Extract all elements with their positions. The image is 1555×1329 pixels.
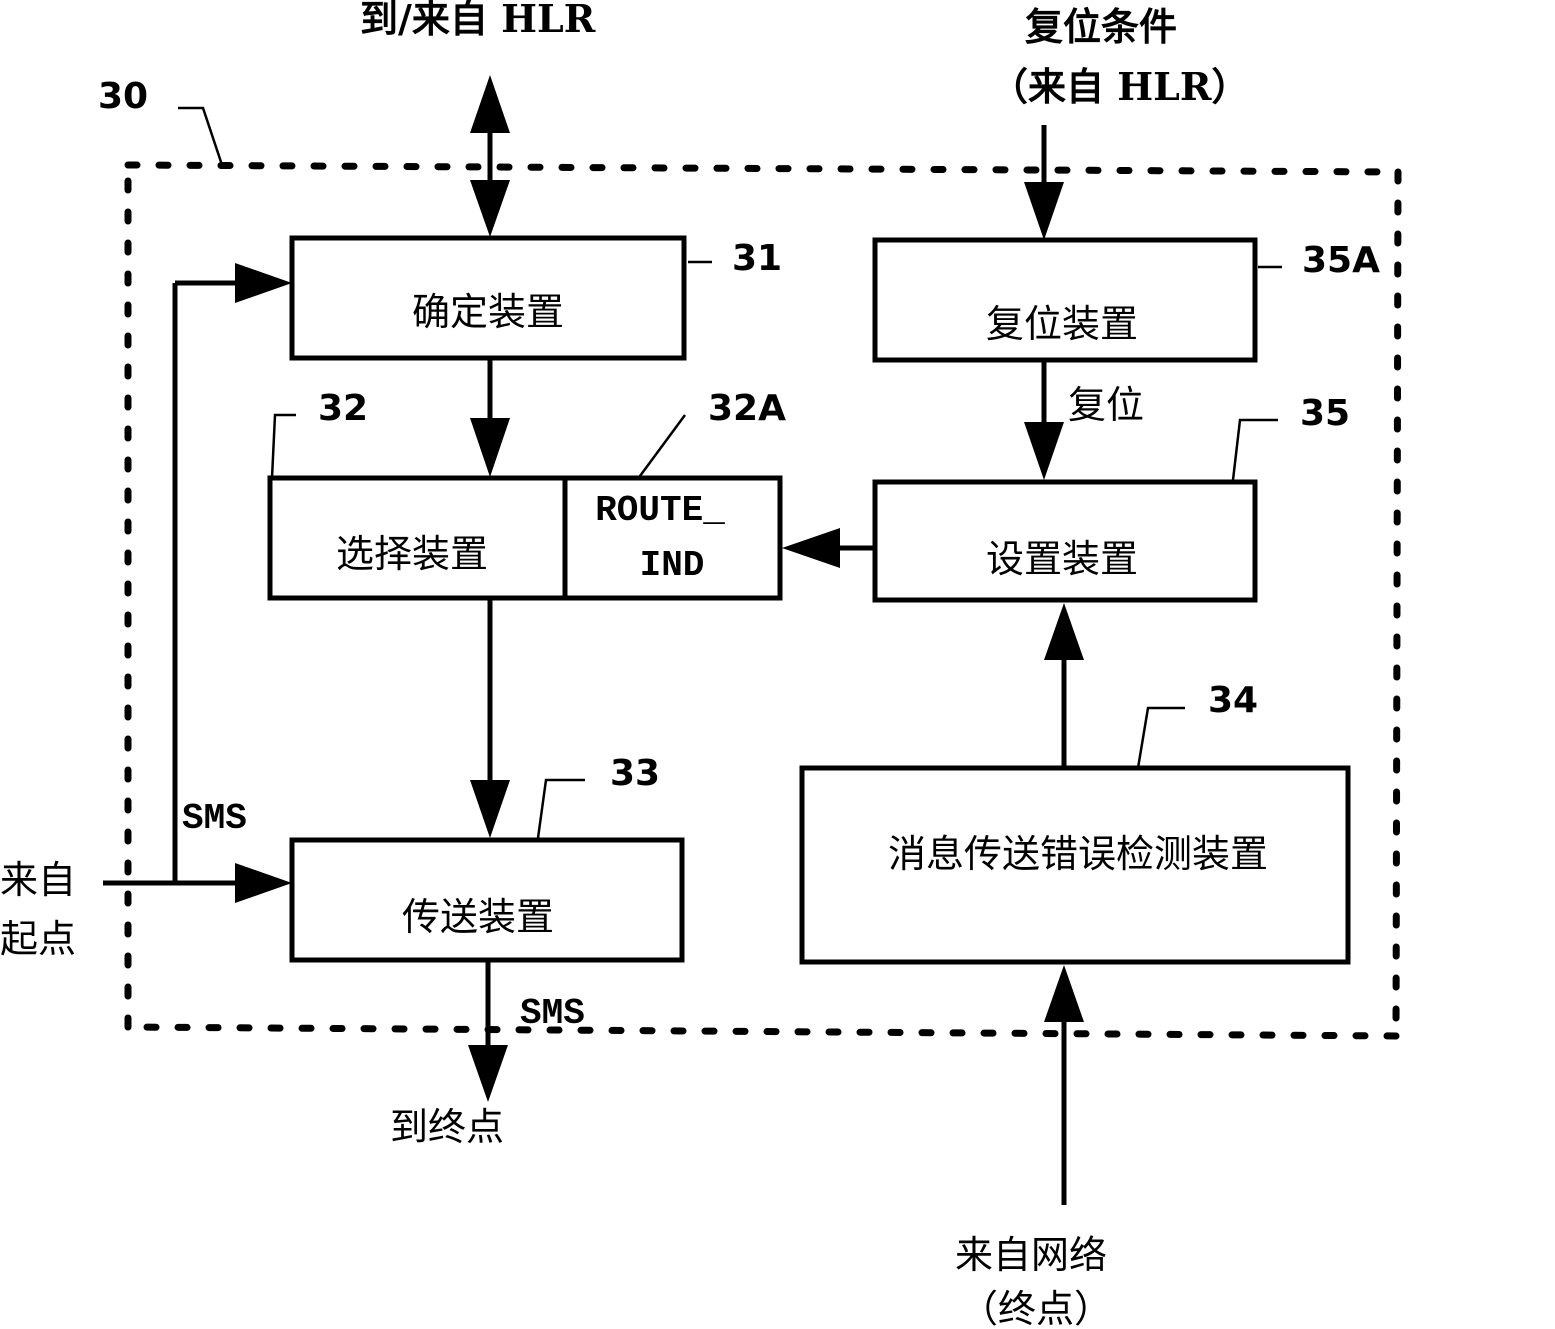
block-determine-label: 确定装置: [412, 290, 564, 334]
block-determine: 确定装置 31: [289, 235, 782, 361]
block-error-detect: 消息传送错误检测装置 34: [799, 680, 1351, 965]
arrow-head-down: [468, 1045, 508, 1102]
from-network-label-line1: 来自网络: [955, 1233, 1107, 1277]
from-origin-label-line2: 起点: [0, 917, 76, 961]
arrow-reset-to-set: 复位: [1024, 362, 1144, 480]
arrow-set-to-route-ind: [782, 528, 875, 568]
block-route-ind-label-line2: IND: [640, 545, 705, 586]
hlr-io-label: 到/来自 HLR: [360, 0, 596, 41]
network-input-arrow: [1044, 965, 1084, 1205]
arrow-head-left: [782, 528, 840, 568]
block-transmit-ref: 33: [610, 753, 660, 794]
block-route-ind-label-line1: ROUTE_: [595, 490, 725, 531]
arrow-head-down: [470, 180, 510, 237]
reset-edge-label: 复位: [1068, 383, 1144, 427]
block-reset-label: 复位装置: [986, 302, 1138, 346]
block-diagram: 30 到/来自 HLR 复位条件 （来自 HLR） 确定装置 31 复位装置 3…: [0, 0, 1402, 1329]
block-reset-ref: 35A: [1302, 240, 1380, 281]
arrow-head-up: [1044, 965, 1084, 1022]
arrow-select-to-transmit: [470, 600, 510, 838]
block-select-ref-leader: [270, 413, 296, 479]
arrow-head-down: [1024, 182, 1064, 240]
from-origin-label-line1: 来自: [0, 858, 76, 902]
hlr-bidirectional-arrow: [470, 75, 510, 237]
reset-condition-label-line1: 复位条件: [1025, 4, 1177, 49]
container-border-bottom: [124, 1023, 1400, 1040]
arrow-head-right-to-determine: [235, 263, 292, 303]
block-set-label: 设置装置: [986, 537, 1138, 581]
arrow-head-up: [1044, 603, 1084, 660]
arrow-error-detect-to-set: [1044, 603, 1084, 768]
from-network-label-line2: （终点）: [960, 1287, 1112, 1329]
arrow-head-right-to-transmit: [235, 863, 292, 903]
reset-condition-arrow: [1024, 125, 1064, 240]
block-error-detect-label: 消息传送错误检测装置: [888, 832, 1268, 876]
block-select-ref: 32: [318, 388, 368, 429]
sms-out-label: SMS: [520, 993, 585, 1034]
block-transmit-ref-leader: [536, 778, 585, 839]
sms-output-arrow: SMS: [468, 962, 585, 1102]
container-border-top: [124, 161, 1402, 176]
block-reset: 复位装置 35A: [872, 237, 1380, 363]
container-border-right: [1392, 168, 1402, 1040]
block-set-ref-leader: [1231, 418, 1278, 481]
block-determine-ref: 31: [732, 238, 782, 279]
sms-in-label: SMS: [182, 798, 247, 839]
block-transmit-label: 传送装置: [402, 895, 554, 939]
arrow-head-up: [470, 75, 510, 133]
block-route-ind-ref-leader: [638, 414, 687, 477]
to-destination-label: 到终点: [390, 1105, 504, 1149]
arrow-head-down: [470, 780, 510, 838]
arrow-head-down: [1024, 422, 1064, 480]
block-set-ref: 35: [1300, 393, 1350, 434]
block-error-detect-ref: 34: [1208, 680, 1258, 721]
arrow-determine-to-select: [470, 360, 510, 477]
reset-condition-label-line2: （来自 HLR）: [990, 64, 1249, 109]
block-error-detect-ref-leader: [1136, 706, 1185, 769]
container-ref-leader: [178, 106, 224, 166]
container-ref-label: 30: [98, 76, 148, 117]
block-select-label: 选择装置: [336, 532, 488, 576]
arrow-head-down: [470, 418, 510, 477]
block-route-ind-ref: 32A: [708, 388, 786, 429]
